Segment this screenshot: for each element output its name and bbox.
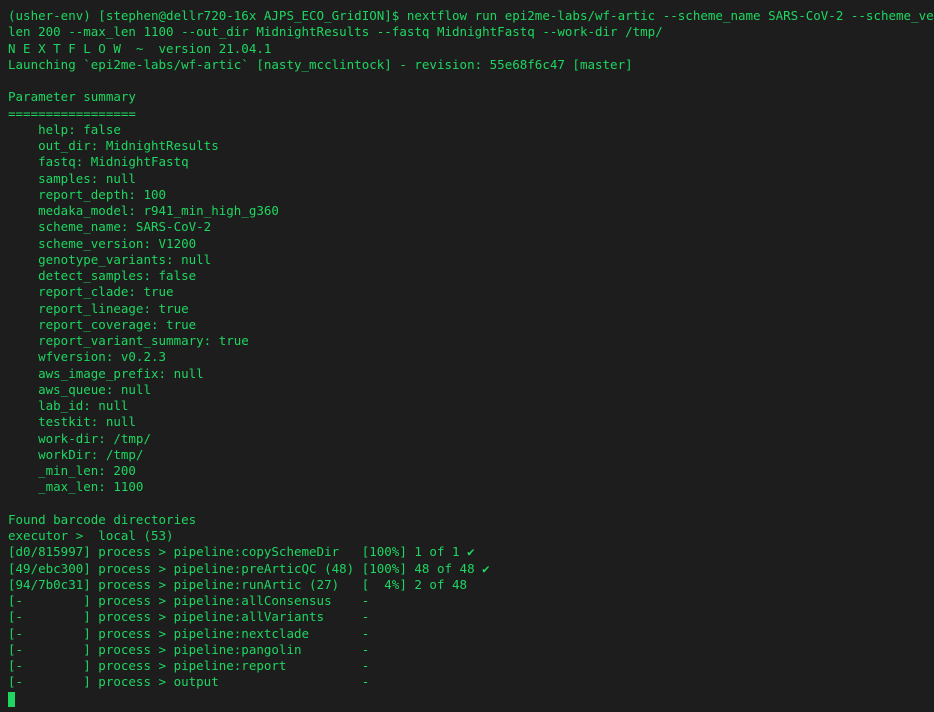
terminal-line: workDir: /tmp/ bbox=[8, 446, 144, 462]
terminal-line: testkit: null bbox=[8, 414, 136, 430]
terminal-line: executor > local (53) bbox=[8, 528, 174, 543]
terminal-line: wfversion: v0.2.3 bbox=[8, 349, 167, 365]
terminal-line: report_lineage: true bbox=[8, 300, 189, 316]
terminal-line: genotype_variants: null bbox=[8, 251, 212, 267]
terminal-line: scheme_version: V1200 bbox=[8, 235, 197, 251]
terminal-line: work-dir: /tmp/ bbox=[8, 430, 151, 446]
terminal-line: out_dir: MidnightResults bbox=[8, 138, 219, 153]
terminal-line: aws_queue: null bbox=[8, 381, 151, 397]
terminal-line: medaka_model: r941_min_high_g360 bbox=[8, 203, 279, 218]
terminal-line: [49/ebc300] process > pipeline:preArticQ… bbox=[8, 560, 490, 576]
terminal-line: Parameter summary bbox=[8, 89, 136, 105]
terminal-line: scheme_name: SARS-CoV-2 bbox=[8, 219, 212, 235]
terminal-prompt-line[interactable] bbox=[8, 691, 934, 707]
terminal-line: lab_id: null bbox=[8, 398, 129, 413]
terminal-cursor bbox=[8, 691, 15, 707]
terminal-line: report_variant_summary: true bbox=[8, 333, 249, 348]
terminal-line: [94/7b0c31] process > pipeline:runArtic … bbox=[8, 576, 468, 592]
terminal-line: (usher-env) [stephen@dellr720-16x AJPS_E… bbox=[8, 8, 934, 23]
terminal-line: report_clade: true bbox=[8, 284, 174, 300]
terminal-line: detect_samples: false bbox=[8, 268, 197, 283]
terminal-line: fastq: MidnightFastq bbox=[8, 154, 189, 170]
terminal-line: N E X T F L O W ~ version 21.04.1 bbox=[8, 40, 272, 56]
terminal-line: [- ] process > pipeline:nextclade - bbox=[8, 625, 370, 641]
terminal-line: _max_len: 1100 bbox=[8, 479, 144, 495]
terminal-line: [d0/815997] process > pipeline:copySchem… bbox=[8, 544, 475, 560]
terminal-line: ================= bbox=[8, 105, 136, 121]
terminal-output: (usher-env) [stephen@dellr720-16x AJPS_E… bbox=[8, 8, 934, 707]
terminal-line: len 200 --max_len 1100 --out_dir Midnigh… bbox=[8, 24, 663, 40]
terminal-line: report_coverage: true bbox=[8, 316, 197, 332]
terminal-line: aws_image_prefix: null bbox=[8, 365, 204, 381]
terminal-line: help: false bbox=[8, 121, 121, 137]
terminal-window[interactable]: (usher-env) [stephen@dellr720-16x AJPS_E… bbox=[0, 0, 934, 712]
terminal-line: [- ] process > output - bbox=[8, 674, 370, 690]
terminal-line: [- ] process > pipeline:report - bbox=[8, 658, 370, 673]
terminal-line: _min_len: 200 bbox=[8, 463, 136, 478]
terminal-line: report_depth: 100 bbox=[8, 186, 167, 202]
terminal-line: [- ] process > pipeline:pangolin - bbox=[8, 641, 370, 657]
terminal-line: samples: null bbox=[8, 170, 136, 186]
terminal-line: [- ] process > pipeline:allVariants - bbox=[8, 609, 370, 625]
terminal-line: [- ] process > pipeline:allConsensus - bbox=[8, 593, 370, 608]
terminal-line: Launching `epi2me-labs/wf-artic` [nasty_… bbox=[8, 56, 633, 72]
terminal-line: Found barcode directories bbox=[8, 511, 197, 527]
